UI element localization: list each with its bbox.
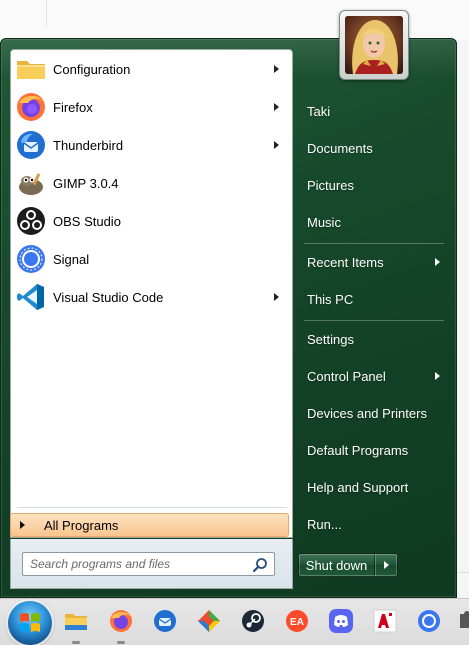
programs-panel: Configuration Firefox Thunderbird GIMP 3… (10, 49, 293, 538)
right-item-label: Recent Items (307, 254, 384, 270)
right-item-label: Devices and Printers (307, 405, 427, 421)
desktop-background-right (455, 40, 469, 600)
signal-icon[interactable] (416, 608, 442, 634)
running-indicator (72, 641, 80, 644)
firefox-icon (17, 93, 45, 121)
program-label: OBS Studio (53, 213, 121, 229)
program-label: Firefox (53, 99, 93, 115)
right-item-label: Taki (307, 103, 331, 119)
program-visual-studio-code[interactable]: Visual Studio Code (13, 279, 291, 315)
all-programs-label: All Programs (44, 517, 119, 533)
right-item-recent-items[interactable]: Recent Items (300, 247, 446, 277)
right-item-music[interactable]: Music (300, 207, 446, 237)
shutdown-options-button[interactable] (375, 554, 397, 576)
running-indicator (117, 641, 125, 644)
thunderbird-icon[interactable] (152, 608, 178, 634)
folder-icon (17, 61, 45, 79)
search-area (10, 539, 293, 589)
right-item-label: Default Programs (307, 442, 409, 458)
start-orb-icon[interactable] (8, 601, 52, 645)
right-item-label: Help and Support (307, 479, 409, 495)
right-item-label: Documents (307, 140, 373, 156)
program-label: Signal (53, 251, 90, 267)
ea-icon[interactable]: EA (284, 608, 310, 634)
right-item-label: Run... (307, 516, 342, 532)
right-item-default-programs[interactable]: Default Programs (300, 435, 446, 465)
right-item-label: Control Panel (307, 368, 386, 384)
right-item-run[interactable]: Run... (300, 509, 446, 539)
separator (304, 243, 444, 244)
program-configuration[interactable]: Configuration (13, 51, 291, 87)
puzzle-icon[interactable] (458, 608, 469, 634)
shutdown-button[interactable]: Shut down (299, 554, 375, 576)
submenu-arrow-icon (435, 372, 440, 380)
program-thunderbird[interactable]: Thunderbird (13, 127, 291, 163)
program-gimp[interactable]: GIMP 3.0.4 (13, 165, 291, 201)
search-icon[interactable] (252, 557, 268, 573)
program-label: Thunderbird (53, 137, 124, 153)
submenu-arrow-icon (274, 141, 279, 149)
program-obs-studio[interactable]: OBS Studio (13, 203, 291, 239)
gimp-icon (19, 173, 43, 195)
submenu-arrow-icon (435, 258, 440, 266)
right-item-label: This PC (307, 291, 354, 307)
program-firefox[interactable]: Firefox (13, 89, 291, 125)
program-label: GIMP 3.0.4 (53, 175, 119, 191)
right-item-label: Pictures (307, 177, 354, 193)
signal-icon (17, 245, 45, 273)
shutdown-button-group: Shut down (298, 553, 398, 577)
right-item-user[interactable]: Taki (300, 96, 446, 126)
program-signal[interactable]: Signal (13, 241, 291, 277)
right-item-documents[interactable]: Documents (300, 133, 446, 163)
program-label: Configuration (53, 61, 131, 77)
file-explorer-icon[interactable] (63, 608, 89, 634)
search-input[interactable] (23, 553, 243, 575)
right-item-this-pc[interactable]: This PC (300, 284, 446, 314)
right-item-devices-and-printers[interactable]: Devices and Printers (300, 398, 446, 428)
start-menu: Configuration Firefox Thunderbird GIMP 3… (0, 38, 457, 598)
obs-icon (17, 207, 45, 235)
steam-icon[interactable] (240, 608, 266, 634)
right-item-pictures[interactable]: Pictures (300, 170, 446, 200)
search-box[interactable] (22, 552, 275, 576)
discord-icon[interactable] (328, 608, 354, 634)
program-label: Visual Studio Code (53, 289, 164, 305)
separator (304, 320, 444, 321)
amd-icon[interactable] (372, 608, 398, 634)
vscode-icon (17, 284, 44, 310)
avatar (345, 16, 403, 74)
taskbar: EA (0, 598, 469, 645)
shutdown-label: Shut down (305, 557, 368, 573)
git-icon[interactable] (196, 608, 222, 634)
thunderbird-icon (17, 131, 45, 159)
submenu-arrow-icon (274, 103, 279, 111)
right-item-control-panel[interactable]: Control Panel (300, 361, 446, 391)
all-programs-button[interactable]: All Programs (10, 513, 289, 537)
separator (17, 507, 287, 508)
right-item-label: Music (307, 214, 341, 230)
expand-arrow-icon (20, 521, 25, 529)
right-item-settings[interactable]: Settings (300, 324, 446, 354)
right-item-help-and-support[interactable]: Help and Support (300, 472, 446, 502)
firefox-icon[interactable] (108, 608, 134, 634)
svg-text:EA: EA (290, 617, 304, 628)
submenu-arrow-icon (274, 293, 279, 301)
right-item-label: Settings (307, 331, 354, 347)
user-picture[interactable] (339, 10, 409, 80)
submenu-arrow-icon (274, 65, 279, 73)
